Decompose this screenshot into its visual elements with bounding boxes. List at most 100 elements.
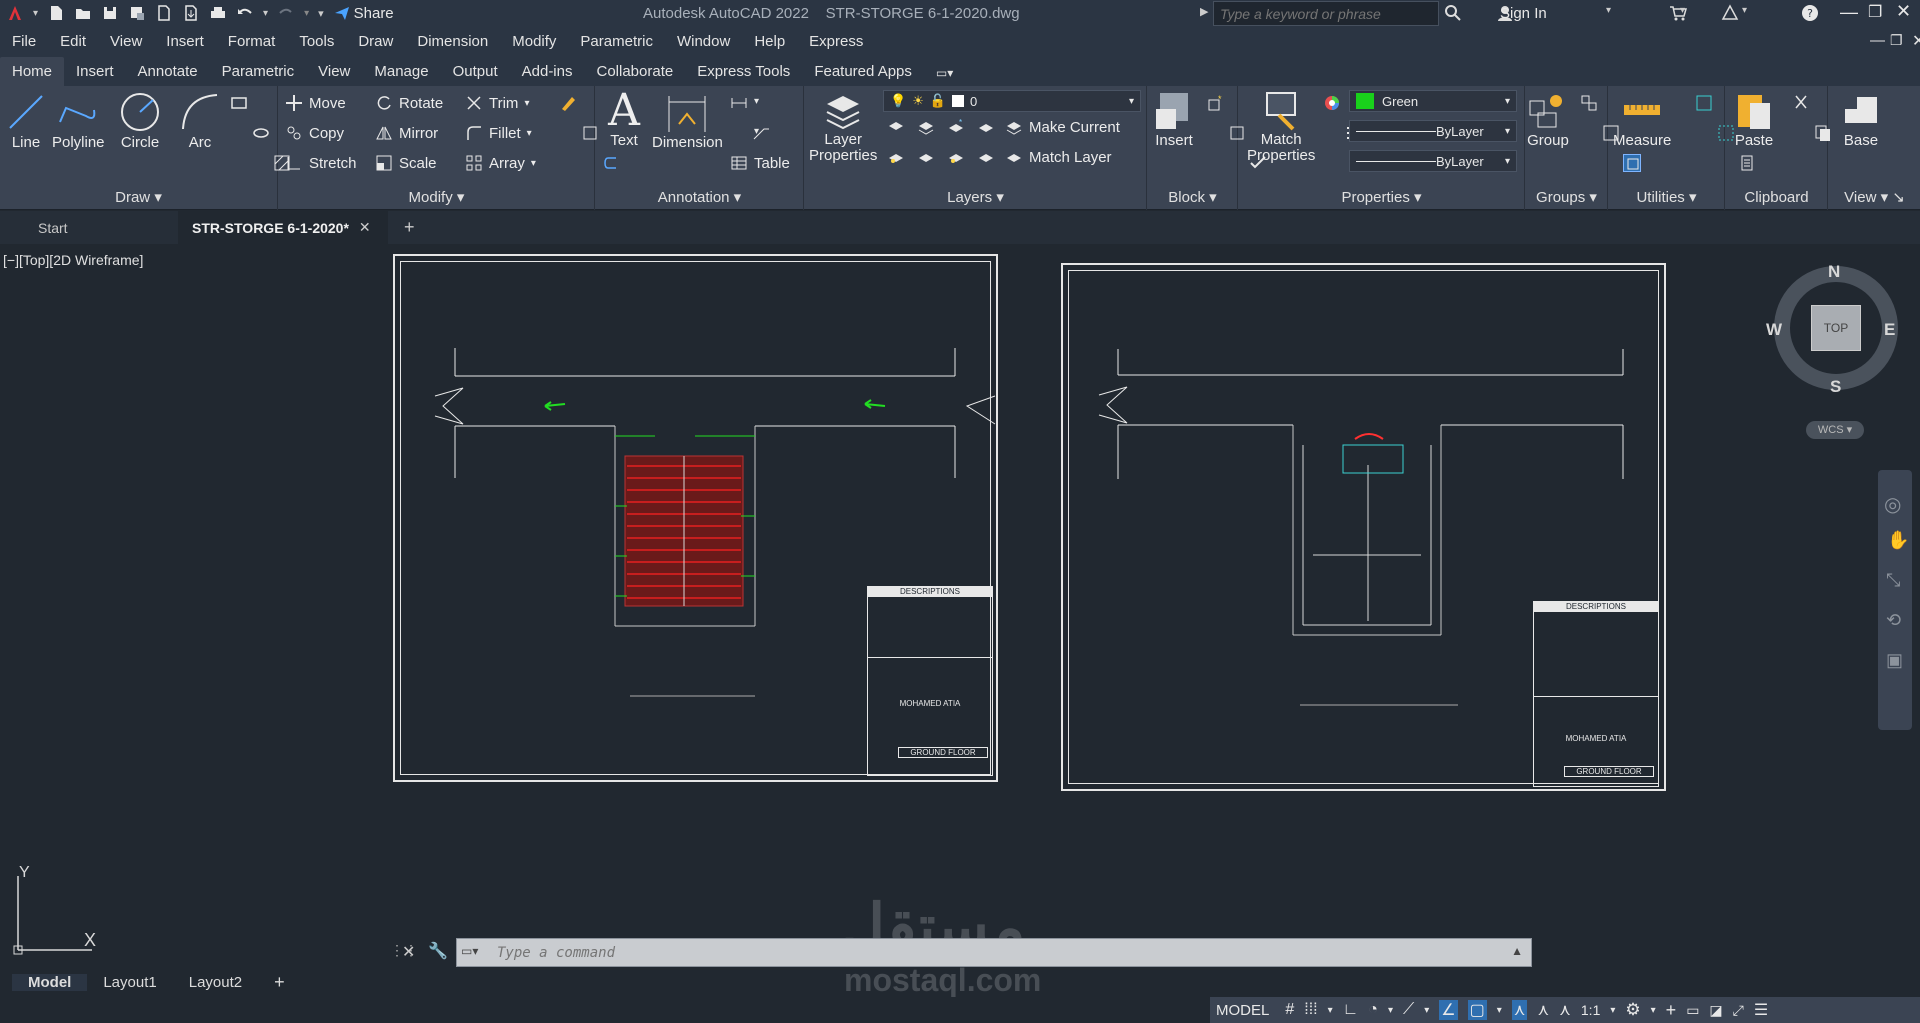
tab-view[interactable]: View <box>306 57 362 86</box>
command-prompt-icon[interactable]: ▭▾ <box>461 944 478 958</box>
clean-screen-icon[interactable]: ⤢ <box>1733 1002 1744 1019</box>
close-window-icon[interactable]: ✕ <box>1896 1 1911 22</box>
share-button[interactable]: Share <box>354 5 394 22</box>
scale-dropdown-icon[interactable]: ▾ <box>1610 1005 1615 1016</box>
annotation-monitor-icon[interactable]: + <box>1666 1000 1677 1021</box>
layer-isolate-icon[interactable] <box>917 118 935 136</box>
tab-annotate[interactable]: Annotate <box>126 57 210 86</box>
menu-parametric[interactable]: Parametric <box>568 33 665 50</box>
tab-manage[interactable]: Manage <box>362 57 440 86</box>
plot-icon[interactable] <box>209 4 227 22</box>
object-snap-icon[interactable]: ▢ <box>1467 1000 1487 1020</box>
menu-file[interactable]: File <box>0 33 48 50</box>
match-properties-tool[interactable]: Match Properties <box>1247 88 1315 164</box>
tab-output[interactable]: Output <box>441 57 510 86</box>
base-view-tool[interactable]: Base <box>1839 88 1883 149</box>
help-dropdown-icon[interactable]: ▾ <box>1742 5 1747 16</box>
menu-insert[interactable]: Insert <box>154 33 216 50</box>
close-tab-icon[interactable]: ✕ <box>359 219 371 236</box>
layer-dropdown[interactable]: 💡 ☀ 🔓 0 ▾ <box>883 90 1141 112</box>
block-panel-title[interactable]: Block ▾ <box>1148 188 1237 206</box>
command-input[interactable] <box>457 944 1531 961</box>
annotation-scale-value[interactable]: 1:1 <box>1581 1002 1600 1018</box>
zoom-extents-icon[interactable]: ⤡ <box>1886 570 1900 591</box>
snap-icon[interactable]: ⁞⁞⁞ <box>1304 1001 1317 1019</box>
grid-icon[interactable]: # <box>1285 1001 1294 1019</box>
line-tool[interactable]: Line <box>4 90 48 151</box>
auto-scale-icon[interactable]: ⋏ <box>1537 1000 1549 1020</box>
share-icon[interactable] <box>333 4 351 22</box>
compass-west[interactable]: W <box>1766 320 1782 340</box>
groups-panel-title[interactable]: Groups ▾ <box>1526 188 1607 206</box>
array-dropdown-icon[interactable]: ▾ <box>531 158 536 169</box>
sign-in-dropdown-icon[interactable]: ▾ <box>1606 5 1611 16</box>
ungroup-icon[interactable] <box>1580 94 1598 112</box>
new-file-icon[interactable] <box>47 4 65 22</box>
isodraft-dropdown-icon[interactable]: ▾ <box>1424 1005 1429 1016</box>
create-block-icon[interactable]: * <box>1206 94 1224 112</box>
compass-north[interactable]: N <box>1828 262 1840 282</box>
restore-window-icon[interactable]: ❐ <box>1868 2 1882 22</box>
fillet-button[interactable]: Fillet ▾ <box>465 124 532 142</box>
draw-panel-title[interactable]: Draw ▾ <box>0 188 277 206</box>
mirror-button[interactable]: Mirror <box>375 124 438 142</box>
match-layer-button[interactable]: Match Layer <box>1005 148 1112 166</box>
search-expand-icon[interactable]: ▶ <box>1200 5 1208 18</box>
leader-dropdown-icon[interactable]: ▾ <box>754 126 759 137</box>
stretch-button[interactable]: Stretch <box>285 154 357 172</box>
color-wheel-icon[interactable] <box>1323 94 1341 112</box>
object-snap-tracking-icon[interactable]: ∠ <box>1439 1000 1458 1020</box>
help-search-input[interactable] <box>1214 2 1438 26</box>
modify-panel-title[interactable]: Modify ▾ <box>279 188 594 206</box>
orbit-icon[interactable]: ⟲ <box>1886 610 1901 631</box>
pan-icon[interactable]: ✋ <box>1887 530 1909 551</box>
view-panel-title[interactable]: View ▾ ↘ <box>1829 188 1920 206</box>
scale-button[interactable]: Scale <box>375 154 437 172</box>
menu-dimension[interactable]: Dimension <box>405 33 500 50</box>
text-tool[interactable]: A Text <box>602 85 646 150</box>
dimension-tool[interactable]: Dimension <box>652 90 723 151</box>
polar-dropdown-icon[interactable]: ▾ <box>1388 1005 1393 1016</box>
ortho-icon[interactable]: ∟ <box>1343 1001 1359 1019</box>
tab-add-ins[interactable]: Add-ins <box>510 57 585 86</box>
viewport-controls-label[interactable]: [−][Top][2D Wireframe] <box>3 252 143 268</box>
annotation-scale-icon[interactable]: ⋏ <box>1559 1000 1571 1020</box>
search-icon[interactable] <box>1444 4 1462 22</box>
command-customize-wrench-icon[interactable]: 🔧 <box>428 941 448 961</box>
menu-format[interactable]: Format <box>216 33 288 50</box>
isodraft-icon[interactable]: ⟋ <box>1403 1001 1414 1019</box>
layers-panel-title[interactable]: Layers ▾ <box>805 188 1146 206</box>
table-button[interactable]: Table <box>730 154 790 172</box>
new-tab-icon[interactable]: + <box>404 217 415 238</box>
annotation-panel-title[interactable]: Annotation ▾ <box>596 188 803 206</box>
utilities-panel-title[interactable]: Utilities ▾ <box>1609 188 1724 206</box>
insert-block-tool[interactable]: Insert <box>1152 88 1196 149</box>
drawing-tab[interactable]: STR-STORGE 6-1-2020* ✕ <box>178 211 388 244</box>
wcs-menu[interactable]: WCS ▾ <box>1806 421 1864 439</box>
add-layout-icon[interactable]: + <box>258 972 301 993</box>
units-icon[interactable]: ▭ <box>1686 1002 1699 1019</box>
layer-properties-tool[interactable]: Layer Properties <box>809 88 877 164</box>
menu-tools[interactable]: Tools <box>287 33 346 50</box>
array-button[interactable]: Array ▾ <box>465 154 536 172</box>
undo-icon[interactable] <box>236 4 254 22</box>
redo-dropdown-icon[interactable]: ▾ <box>304 8 309 19</box>
annotation-visibility-icon[interactable]: ⋏ <box>1511 1000 1528 1020</box>
tab-collaborate[interactable]: Collaborate <box>584 57 685 86</box>
sign-in-button[interactable]: Sign In <box>1500 5 1547 22</box>
start-tab[interactable]: Start <box>0 211 178 244</box>
tab-insert[interactable]: Insert <box>64 57 126 86</box>
linear-dimension-icon[interactable] <box>730 94 748 112</box>
make-current-button[interactable]: Make Current <box>1005 118 1120 136</box>
compass-south[interactable]: S <box>1830 377 1841 397</box>
rectangle-icon[interactable] <box>230 94 248 112</box>
quick-select-icon[interactable] <box>1695 94 1713 112</box>
tab-express-tools[interactable]: Express Tools <box>685 57 802 86</box>
command-close-icon[interactable]: ✕ <box>402 942 415 962</box>
minimize-window-icon[interactable]: — <box>1840 2 1858 23</box>
save-as-icon[interactable] <box>128 4 146 22</box>
polyline-tool[interactable]: Polyline <box>52 90 105 151</box>
layer-lock-icon[interactable] <box>977 118 995 136</box>
move-button[interactable]: Move <box>285 94 346 112</box>
properties-panel-title[interactable]: Properties ▾ <box>1239 188 1524 206</box>
